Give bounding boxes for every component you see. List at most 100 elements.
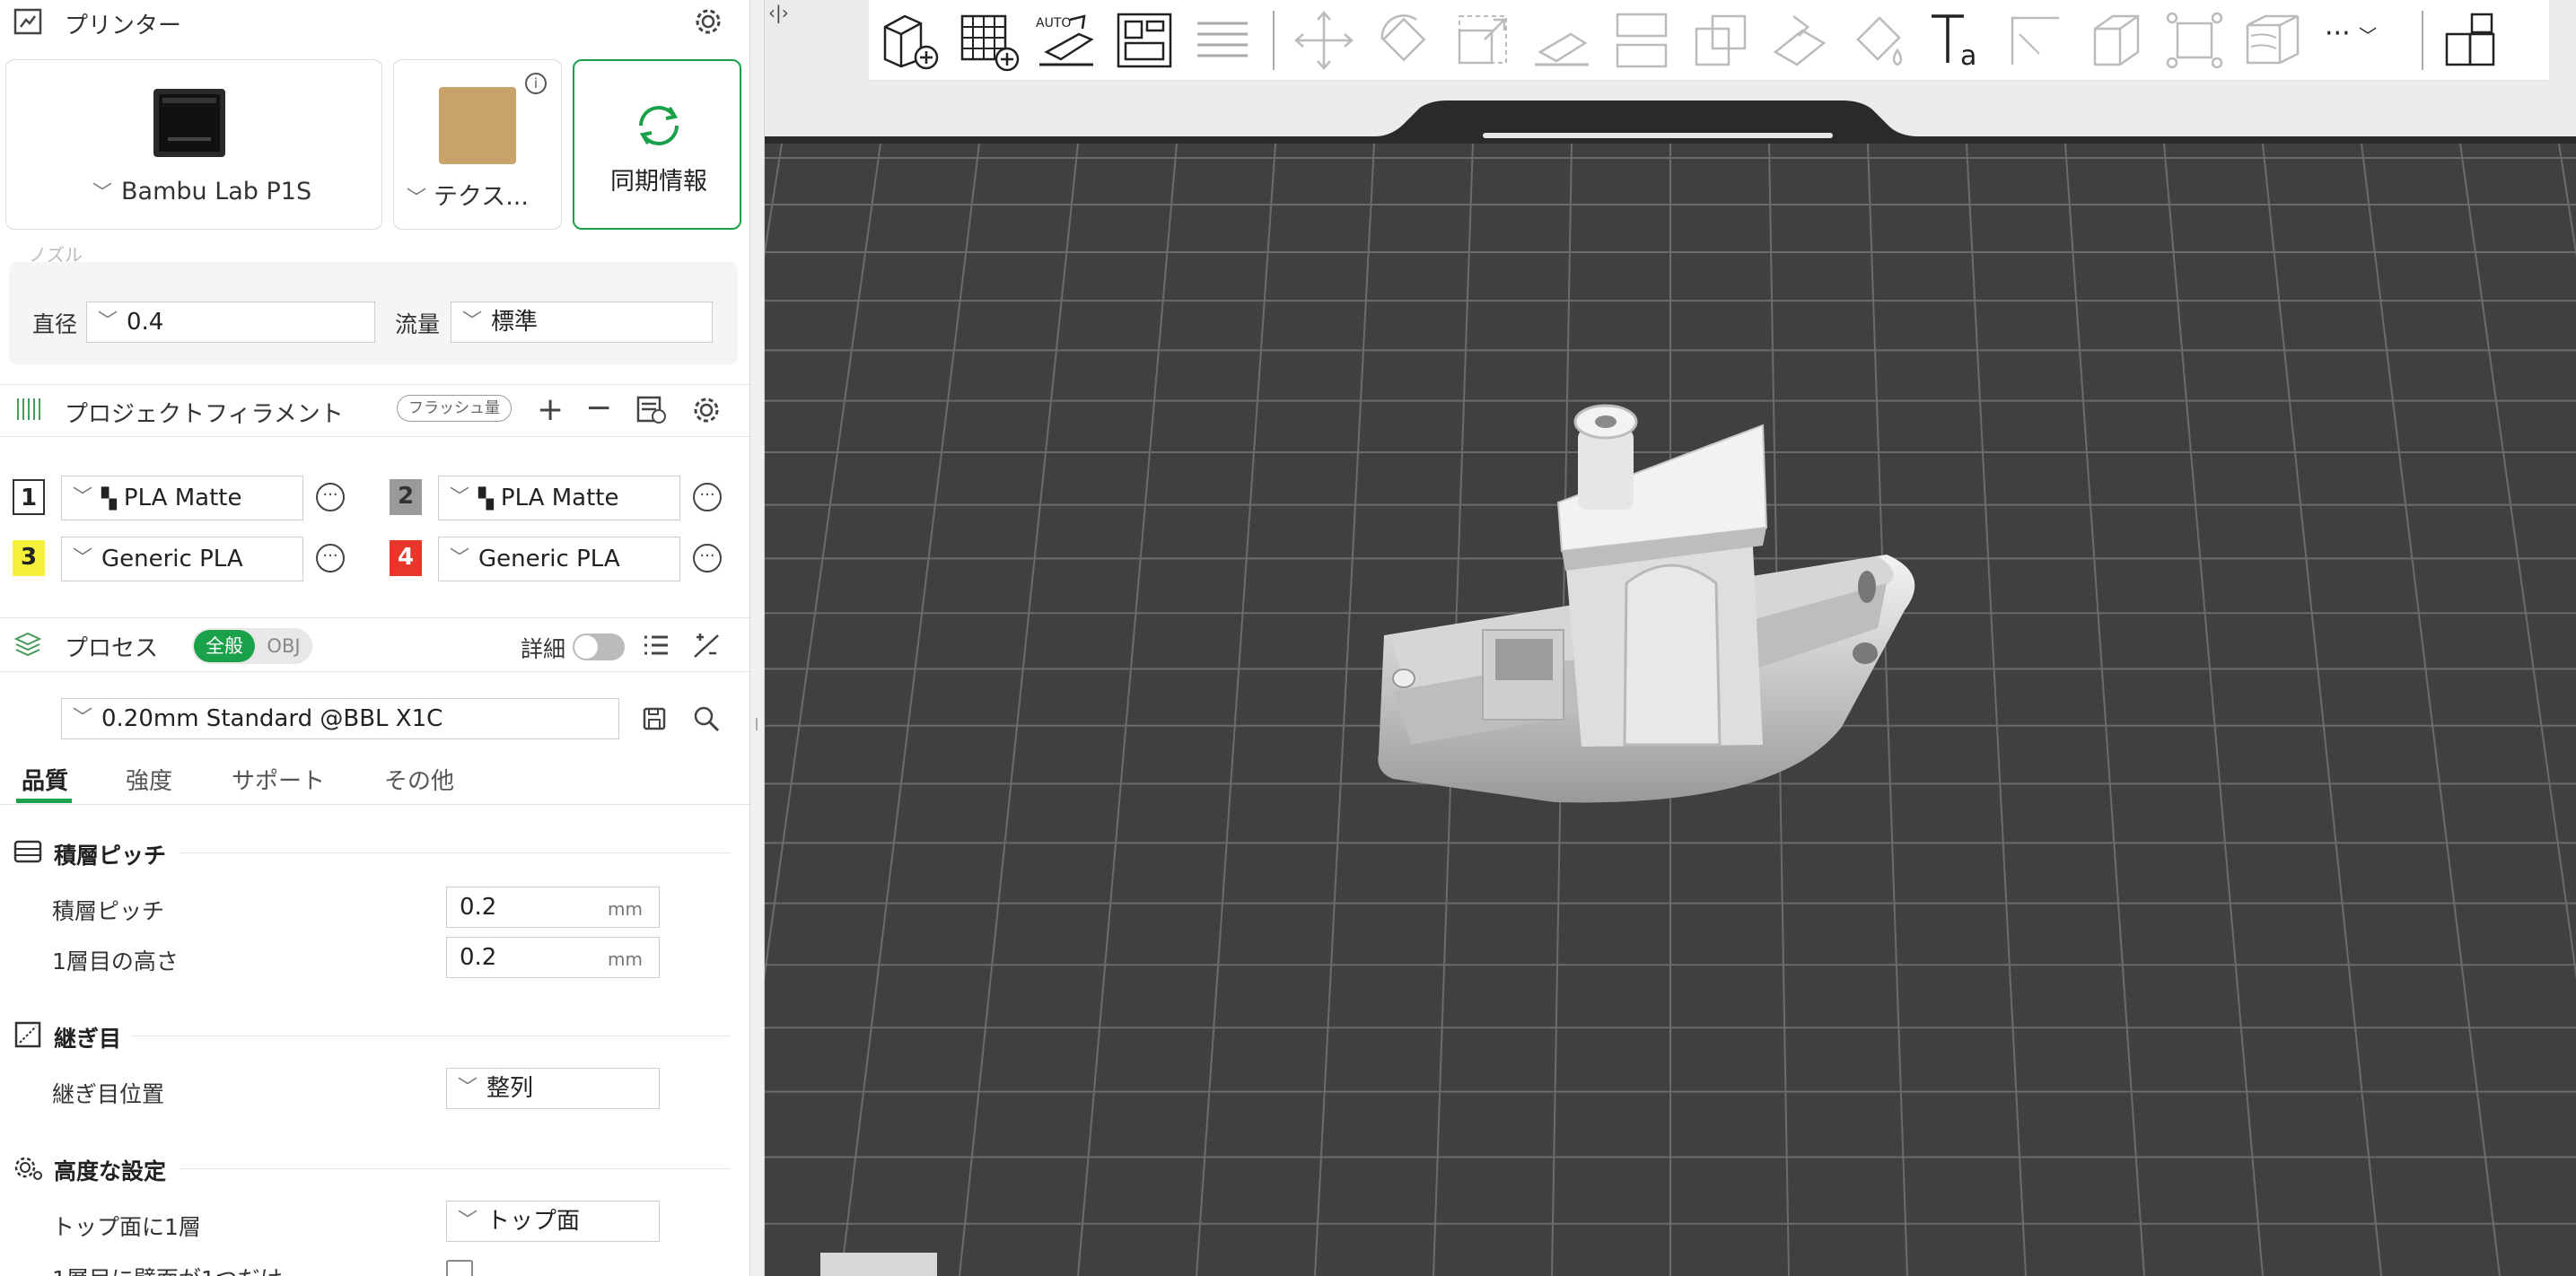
arrange-icon[interactable]: [1111, 7, 1178, 74]
filament-slot-3-number[interactable]: 3: [13, 540, 45, 576]
fit-icon[interactable]: [2161, 7, 2228, 74]
collapse-panel-icon[interactable]: ‹|›: [768, 2, 797, 23]
remove-filament-icon[interactable]: −: [585, 389, 612, 426]
divider: [180, 1168, 731, 1169]
one-top-layer-select[interactable]: ﹀ トップ面: [446, 1201, 660, 1242]
chevron-down-icon: ﹀: [462, 310, 483, 333]
compare-presets-icon[interactable]: [691, 632, 722, 660]
filament-slot-1-more-icon[interactable]: ···: [316, 483, 345, 511]
toolbar-separator: [1273, 11, 1275, 70]
divider: [0, 671, 749, 672]
tab-quality[interactable]: 品質: [22, 763, 68, 796]
benchy-model[interactable]: [1378, 404, 1915, 803]
layer-height-input[interactable]: 0.2 mm: [446, 887, 660, 928]
layers-icon[interactable]: [1190, 7, 1257, 74]
filament-slot-4-select[interactable]: ﹀ Generic PLA: [438, 537, 680, 581]
split-icon[interactable]: [1608, 7, 1675, 74]
plate-thumbnail[interactable]: [820, 1253, 937, 1276]
filament-sync-icon[interactable]: [635, 395, 668, 425]
filament-slot-1-select[interactable]: ﹀ ▚ PLA Matte: [61, 476, 303, 520]
filament-slot-2-number[interactable]: 2: [390, 479, 422, 515]
auto-orient-icon[interactable]: AUTO: [1034, 7, 1100, 74]
filament-section-header: プロジェクトフィラメント フラッシュ量 + −: [0, 386, 749, 434]
one-wall-first-layer-checkbox[interactable]: [446, 1260, 473, 1276]
one-top-layer-value: トップ面: [486, 1208, 581, 1235]
tab-strength[interactable]: 強度: [126, 763, 172, 796]
filament-slot-4-number[interactable]: 4: [390, 540, 422, 576]
printer-card[interactable]: ﹀ Bambu Lab P1S: [5, 59, 382, 230]
printer-settings-gear-icon[interactable]: [693, 6, 723, 37]
seam-position-label: 継ぎ目位置: [52, 1081, 165, 1107]
flush-volume-button[interactable]: フラッシュ量: [397, 395, 512, 422]
detail-toggle-switch[interactable]: [573, 634, 625, 660]
add-cube-icon[interactable]: [876, 7, 942, 74]
measure-icon[interactable]: [2003, 7, 2070, 74]
scale-icon[interactable]: [1450, 7, 1517, 74]
save-preset-icon[interactable]: [641, 705, 668, 732]
diameter-value: 0.4: [127, 309, 164, 336]
first-layer-height-unit: mm: [608, 948, 643, 970]
toggle-global[interactable]: 全般: [194, 630, 255, 662]
boolean-icon[interactable]: [1766, 7, 1833, 74]
search-icon[interactable]: [691, 704, 722, 734]
filament-slot-4-more-icon[interactable]: ···: [693, 544, 722, 572]
active-tab-indicator: [16, 799, 72, 803]
assembly-view-icon[interactable]: [2440, 7, 2506, 74]
auto-label: AUTO: [1036, 16, 1071, 31]
diameter-label: 直径: [32, 311, 78, 337]
move-icon[interactable]: [1291, 7, 1357, 74]
filament-slot-3-select[interactable]: ﹀ Generic PLA: [61, 537, 303, 581]
flow-select[interactable]: ﹀ 標準: [451, 302, 713, 343]
filament-slot-2-more-icon[interactable]: ···: [693, 483, 722, 511]
filament-slot-1-name: PLA Matte: [123, 485, 242, 511]
seam-position-value: 整列: [486, 1075, 534, 1102]
list-view-icon[interactable]: [641, 632, 671, 659]
tab-support[interactable]: サポート: [232, 763, 325, 796]
text-icon[interactable]: a: [1924, 7, 1991, 74]
color-paint-icon[interactable]: [1845, 7, 1912, 74]
seam-position-select[interactable]: ﹀ 整列: [446, 1068, 660, 1109]
nozzle-box: ノズル 直径 ﹀ 0.4 流量 ﹀ 標準: [9, 244, 738, 364]
process-section-title: プロセス: [65, 635, 159, 662]
first-layer-height-value: 0.2: [460, 944, 497, 971]
settings-panel: プリンター ﹀ Bambu Lab P1S i ﹀ テクス... 同期情報 ノズル …: [0, 0, 750, 1276]
first-layer-height-input[interactable]: 0.2 mm: [446, 937, 660, 978]
more-tools-button[interactable]: ··· ﹀: [2325, 18, 2377, 49]
panel-splitter[interactable]: [750, 0, 765, 1276]
assembly-icon[interactable]: [2082, 7, 2149, 74]
process-preset-select[interactable]: ﹀ 0.20mm Standard @BBL X1C: [61, 698, 619, 739]
3d-viewport[interactable]: AUTO a ··· ﹀ ‹|›: [765, 0, 2576, 1276]
nozzle-section-label: ノズル: [29, 244, 83, 266]
chevron-down-icon: ﹀: [450, 486, 470, 509]
chevron-down-icon: ﹀: [92, 182, 113, 205]
layer-height-group-title: 積層ピッチ: [54, 843, 167, 869]
plate-name: ﹀ テクス...: [407, 177, 529, 212]
lay-on-face-icon[interactable]: [1529, 7, 1596, 74]
plate-card[interactable]: i ﹀ テクス...: [393, 59, 562, 230]
global-obj-toggle[interactable]: 全般 OBJ: [192, 628, 312, 664]
filament-slot-1-number[interactable]: 1: [13, 479, 45, 515]
advanced-settings-gear-icon: [13, 1154, 43, 1181]
filament-slot-3-more-icon[interactable]: ···: [316, 544, 345, 572]
add-plate-icon[interactable]: [955, 7, 1021, 74]
info-icon[interactable]: i: [525, 73, 547, 94]
variable-layer-icon[interactable]: [2240, 7, 2307, 74]
filament-slot-2-select[interactable]: ﹀ ▚ PLA Matte: [438, 476, 680, 520]
sync-icon: [632, 99, 686, 153]
cut-icon[interactable]: [1687, 7, 1754, 74]
svg-text:a: a: [1960, 40, 1976, 72]
process-section-header: プロセス 全般 OBJ 詳細: [0, 623, 749, 668]
process-layers-icon: [13, 630, 43, 659]
plate-name-text: テクス...: [434, 183, 529, 211]
process-preset-value: 0.20mm Standard @BBL X1C: [101, 705, 443, 732]
toggle-obj[interactable]: OBJ: [258, 630, 309, 662]
sync-info-button[interactable]: 同期情報: [573, 59, 741, 230]
tab-others[interactable]: その他: [384, 763, 454, 796]
filament-settings-gear-icon[interactable]: [691, 395, 722, 425]
chevron-down-icon: ﹀: [73, 547, 93, 570]
more-label: ···: [2325, 18, 2351, 49]
rotate-icon[interactable]: [1371, 7, 1438, 74]
diameter-select[interactable]: ﹀ 0.4: [86, 302, 375, 343]
add-filament-icon[interactable]: +: [537, 391, 564, 428]
divider: [0, 617, 749, 618]
